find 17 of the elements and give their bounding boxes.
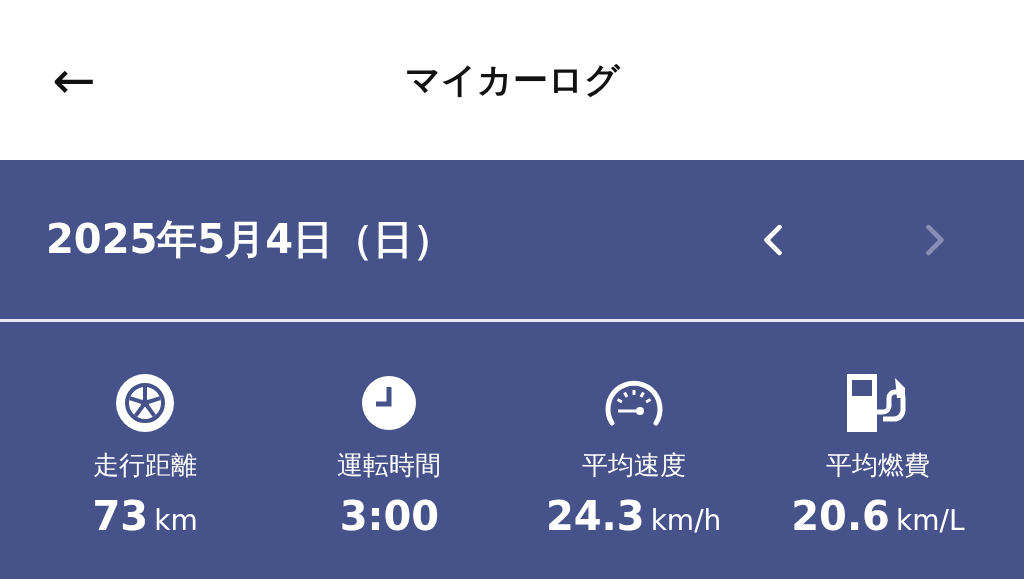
- stat-label: 運転時間: [337, 449, 442, 482]
- stat-label: 平均速度: [581, 449, 686, 482]
- stat-unit: km/L: [895, 504, 965, 537]
- stat-label: 走行距離: [93, 449, 198, 482]
- stat-value: 20.6: [791, 493, 890, 539]
- screen-title: マイカーログ: [404, 58, 620, 102]
- stat-label: 平均燃費: [825, 449, 930, 482]
- stat-value: 3:00: [339, 493, 440, 539]
- stat-value: 73: [92, 493, 149, 539]
- wheel-icon: [116, 374, 175, 432]
- speedometer-icon: [603, 379, 664, 427]
- stat-unit: km/h: [650, 504, 722, 537]
- stat-unit: km: [154, 504, 198, 537]
- clock-icon: [362, 376, 417, 430]
- stat-value: 24.3: [545, 493, 645, 539]
- date-label: 2025年5月4日（日）: [46, 215, 454, 264]
- back-button[interactable]: ←: [52, 54, 96, 106]
